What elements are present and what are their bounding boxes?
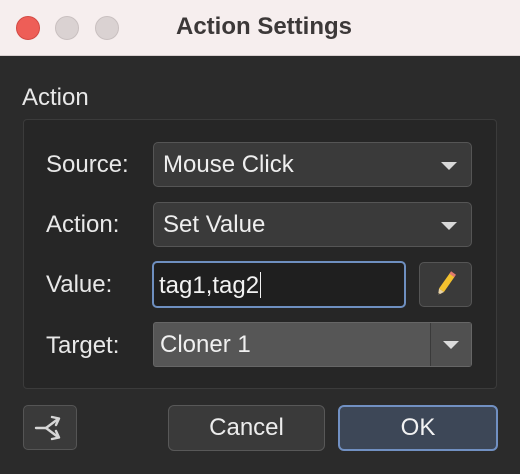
edit-value-button[interactable] [419,262,472,307]
target-combobox[interactable]: Cloner 1 [153,322,472,367]
action-label: Action: [46,211,120,238]
ok-button[interactable]: OK [338,405,498,451]
connect-button[interactable] [23,405,77,450]
cancel-button[interactable]: Cancel [168,405,325,451]
value-text: tag1,tag2 [159,272,260,299]
source-label: Source: [46,151,129,178]
action-value: Set Value [163,211,266,238]
text-caret [260,272,262,298]
value-label: Value: [46,271,113,298]
target-value: Cloner 1 [160,331,251,358]
target-dropdown-button[interactable] [430,323,471,366]
action-popup[interactable]: Set Value [153,202,472,247]
action-settings-dialog: Action Settings Action Source: Mouse Cli… [0,0,520,474]
chevron-down-icon [443,341,459,349]
window-title: Action Settings [175,13,352,40]
branch-arrow-icon [34,415,61,441]
section-label: Action [22,84,89,111]
pencil-icon [438,271,456,296]
source-value: Mouse Click [163,151,294,178]
source-popup[interactable]: Mouse Click [153,142,472,187]
chevron-down-icon [441,162,457,170]
target-label: Target: [46,332,120,359]
chevron-down-icon [441,222,457,230]
title-bar: Action Settings [0,0,520,56]
value-input[interactable]: tag1,tag2 [152,261,406,308]
